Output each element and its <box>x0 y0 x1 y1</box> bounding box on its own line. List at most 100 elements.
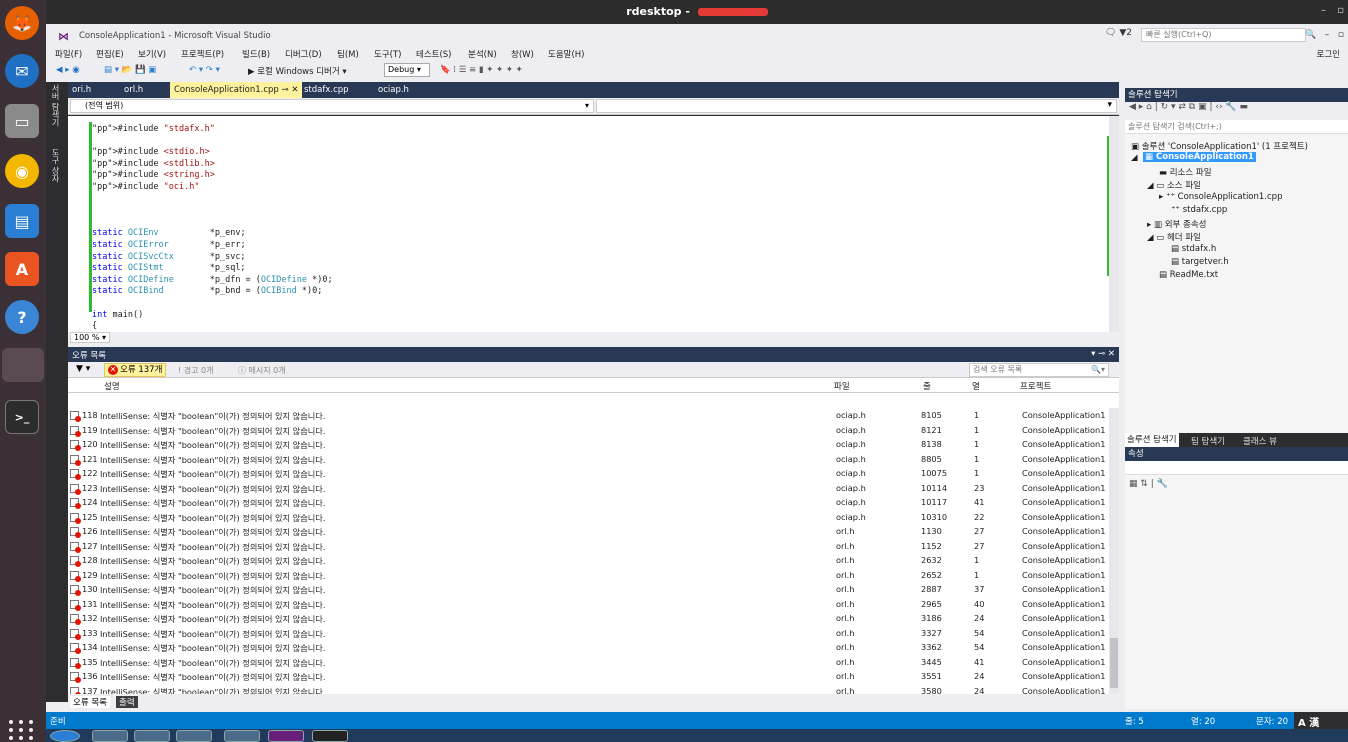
tree-solution-root[interactable]: ▣ 솔루션 'ConsoleApplication1' (1 프로젝트) <box>1131 140 1308 152</box>
start-button-icon[interactable] <box>50 730 80 742</box>
toolbox-tab[interactable]: 도구 상자 <box>50 148 61 183</box>
tab-error-list[interactable]: 오류 목록 <box>70 696 110 708</box>
tab-team-explorer[interactable]: 팀 탐색기 <box>1191 435 1225 447</box>
thunderbird-icon[interactable]: ✉ <box>5 54 39 88</box>
error-row[interactable]: 127 IntelliSense: 식별자 "boolean"이(가) 정의되어 … <box>68 539 1108 554</box>
tree-project[interactable]: ▦ ConsoleApplication1 <box>1143 152 1256 162</box>
tree-stdafx-h[interactable]: ▤ stdafx.h <box>1171 244 1216 254</box>
error-search-input[interactable]: 검색 오류 목록 🔍▾ <box>969 363 1109 377</box>
show-apps-icon[interactable] <box>9 720 35 740</box>
menu-test[interactable]: 테스트(S) <box>416 48 452 60</box>
error-row[interactable]: 132 IntelliSense: 식별자 "boolean"이(가) 정의되어 … <box>68 611 1108 626</box>
error-row[interactable]: 134 IntelliSense: 식별자 "boolean"이(가) 정의되어 … <box>68 640 1108 655</box>
error-row[interactable]: 122 IntelliSense: 식별자 "boolean"이(가) 정의되어 … <box>68 466 1108 481</box>
warnings-filter-button[interactable]: ! 경고 0개 <box>178 365 213 376</box>
col-project[interactable]: 프로젝트 <box>1020 380 1051 392</box>
properties-toolbar-icons[interactable]: ▦ ⇅ | 🔧 <box>1129 479 1168 489</box>
properties-object-select[interactable] <box>1125 461 1348 475</box>
solution-toolbar-icons[interactable]: ◀ ▸ ⌂ | ↻ ▾ ⇄ ⧉ ▣ | ‹› 🔧 ▬ <box>1125 102 1248 112</box>
col-file[interactable]: 파일 <box>834 380 850 392</box>
menu-build[interactable]: 빌드(B) <box>242 48 270 60</box>
menu-project[interactable]: 프로젝트(P) <box>181 48 224 60</box>
tree-external-deps[interactable]: ▸ ▥ 외부 종속성 <box>1147 218 1207 230</box>
taskbar-cmd-icon[interactable] <box>312 730 348 742</box>
panel-controls-icon[interactable]: ▾ ⊸ ✕ <box>1091 349 1115 359</box>
menu-help[interactable]: 도움말(H) <box>548 48 584 60</box>
error-row[interactable]: 131 IntelliSense: 식별자 "boolean"이(가) 정의되어 … <box>68 597 1108 612</box>
tree-header-files[interactable]: ◢ ▭ 헤더 파일 <box>1147 231 1201 243</box>
taskbar-chrome-icon[interactable] <box>224 730 260 742</box>
undo-redo-icon[interactable]: ↶ ▾ ↷ ▾ <box>189 65 220 75</box>
taskbar-app-icon[interactable] <box>176 730 212 742</box>
files-icon[interactable]: ▭ <box>5 104 39 138</box>
error-row[interactable]: 121 IntelliSense: 식별자 "boolean"이(가) 정의되어 … <box>68 452 1108 467</box>
menu-file[interactable]: 파일(F) <box>55 48 82 60</box>
new-open-save-icon[interactable]: ▤ ▾ 📂 💾 ▣ <box>104 65 156 75</box>
menu-view[interactable]: 보기(V) <box>138 48 166 60</box>
software-center-icon[interactable]: A <box>5 252 39 286</box>
login-link[interactable]: 로그인 <box>1317 48 1340 60</box>
error-row[interactable]: 126 IntelliSense: 식별자 "boolean"이(가) 정의되어 … <box>68 524 1108 539</box>
errors-filter-button[interactable]: ✕ 오류 137개 <box>104 363 167 377</box>
error-row[interactable]: 124 IntelliSense: 식별자 "boolean"이(가) 정의되어 … <box>68 495 1108 510</box>
tree-consoleapplication1-cpp[interactable]: ▸ ⁺⁺ ConsoleApplication1.cpp <box>1159 192 1282 202</box>
misc-toolbar-icons[interactable]: 🔖 ⁞ ☰ ≡ ▮ ✦ ✦ ✦ ✦ <box>440 65 523 75</box>
vs-window-controls[interactable]: 🔍 – ▫ <box>1305 30 1344 40</box>
taskbar-ie-icon[interactable] <box>92 730 128 742</box>
tab-orl-h[interactable]: orl.h <box>120 82 147 98</box>
pin-icon[interactable]: ⊸ <box>282 85 289 95</box>
tree-source-files[interactable]: ◢ ▭ 소스 파일 <box>1147 179 1201 191</box>
error-row[interactable]: 135 IntelliSense: 식별자 "boolean"이(가) 정의되어 … <box>68 655 1108 670</box>
taskbar-explorer-icon[interactable] <box>134 730 170 742</box>
tree-stdafx-cpp[interactable]: ⁺⁺ stdafx.cpp <box>1171 205 1227 215</box>
tab-stdafx-cpp[interactable]: stdafx.cpp <box>300 82 353 98</box>
menu-team[interactable]: 팀(M) <box>337 48 359 60</box>
menu-edit[interactable]: 편집(E) <box>96 48 124 60</box>
member-dropdown[interactable]: ▾ <box>596 99 1117 113</box>
menu-debug[interactable]: 디버그(D) <box>285 48 322 60</box>
scroll-thumb[interactable] <box>1110 638 1118 688</box>
tab-class-view[interactable]: 클래스 뷰 <box>1243 435 1277 447</box>
error-row[interactable]: 123 IntelliSense: 식별자 "boolean"이(가) 정의되어 … <box>68 481 1108 496</box>
solution-config-select[interactable]: Debug ▾ <box>384 63 430 77</box>
error-row[interactable]: 128 IntelliSense: 식별자 "boolean"이(가) 정의되어 … <box>68 553 1108 568</box>
menu-window[interactable]: 창(W) <box>511 48 534 60</box>
error-list-scrollbar[interactable] <box>1109 408 1119 694</box>
tree-targetver-h[interactable]: ▤ targetver.h <box>1171 257 1229 267</box>
rdesktop-icon[interactable] <box>2 348 44 382</box>
zoom-select[interactable]: 100 % ▾ <box>70 332 110 343</box>
tab-output[interactable]: 출력 <box>116 696 138 708</box>
filter-icon[interactable]: ▼ ▾ <box>76 364 90 374</box>
menu-tools[interactable]: 도구(T) <box>374 48 401 60</box>
error-row[interactable]: 133 IntelliSense: 식별자 "boolean"이(가) 정의되어 … <box>68 626 1108 641</box>
ime-indicator[interactable]: A 漢 <box>1294 712 1348 729</box>
tab-solution-explorer[interactable]: 솔루션 탐색기 <box>1125 433 1179 447</box>
messages-filter-button[interactable]: ⓘ 메시지 0개 <box>238 365 286 376</box>
taskbar-vs-icon[interactable] <box>268 730 304 742</box>
error-row[interactable]: 118 IntelliSense: 식별자 "boolean"이(가) 정의되어 … <box>68 408 1108 423</box>
tree-readme[interactable]: ▤ ReadMe.txt <box>1159 270 1218 280</box>
col-description[interactable]: 설명 <box>104 380 120 392</box>
tree-resource-files[interactable]: ▬ 리소스 파일 <box>1159 166 1212 178</box>
error-row[interactable]: 136 IntelliSense: 식별자 "boolean"이(가) 정의되어 … <box>68 669 1108 684</box>
rhythmbox-icon[interactable]: ◉ <box>5 154 39 188</box>
tab-ori-h[interactable]: ori.h <box>68 82 95 98</box>
writer-icon[interactable]: ▤ <box>5 204 39 238</box>
back-forward-icon[interactable]: ◀ ▸ ◉ <box>56 65 80 75</box>
quick-launch-input[interactable]: 빠른 실행(Ctrl+Q) <box>1141 28 1306 42</box>
firefox-icon[interactable]: 🦊 <box>5 6 39 40</box>
terminal-icon[interactable]: >_ <box>5 400 39 434</box>
restore-icon[interactable]: ▫ <box>1337 5 1344 16</box>
col-line[interactable]: 줄 <box>923 380 931 392</box>
error-row[interactable]: 130 IntelliSense: 식별자 "boolean"이(가) 정의되어 … <box>68 582 1108 597</box>
tab-consoleapplication1-cpp[interactable]: ConsoleApplication1.cpp ⊸ ✕ <box>170 82 303 98</box>
error-row[interactable]: 120 IntelliSense: 식별자 "boolean"이(가) 정의되어 … <box>68 437 1108 452</box>
server-explorer-tab[interactable]: 서버 탐색기 <box>50 84 61 127</box>
error-row[interactable]: 129 IntelliSense: 식별자 "boolean"이(가) 정의되어 … <box>68 568 1108 583</box>
start-debug-button[interactable]: ▶ 로컬 Windows 디버거 ▾ <box>248 65 347 77</box>
scope-dropdown[interactable]: (전역 범위) ▾ <box>70 99 594 113</box>
error-row[interactable]: 119 IntelliSense: 식별자 "boolean"이(가) 정의되어 … <box>68 423 1108 438</box>
code-editor[interactable]: "pp">#include "stdafx.h" "pp">#include <s… <box>68 116 1119 332</box>
minimize-icon[interactable]: – <box>1321 5 1326 16</box>
close-tab-icon[interactable]: ✕ <box>291 85 298 95</box>
